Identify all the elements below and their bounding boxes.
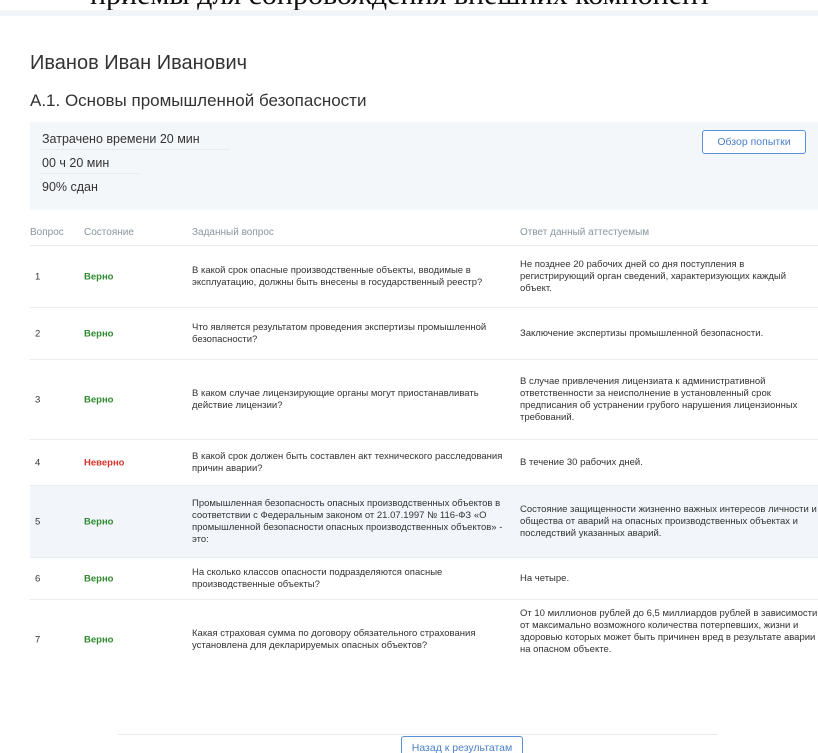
row-number: 7	[35, 634, 41, 645]
row-number: 3	[35, 394, 41, 405]
row-number: 4	[35, 457, 41, 468]
duration: 00 ч 20 мин	[39, 156, 140, 174]
table-row: 3 Верно В каком случае лицензирующие орг…	[30, 359, 818, 439]
row-state: Верно	[84, 271, 114, 282]
footer-divider	[118, 734, 718, 735]
top-divider	[0, 10, 818, 16]
row-state: Верно	[84, 634, 114, 645]
row-answer: Состояние защищенности жизненно важных и…	[520, 503, 817, 539]
header-question: Заданный вопрос	[192, 227, 274, 238]
table-row: 5 Верно Промышленная безопасность опасны…	[30, 485, 818, 557]
row-state: Неверно	[84, 457, 125, 468]
table-header: Вопрос Состояние Заданный вопрос Ответ д…	[30, 223, 818, 241]
row-state: Верно	[84, 516, 114, 527]
header-answer: Ответ данный аттестуемым	[520, 227, 650, 238]
header-state: Состояние	[84, 227, 134, 238]
row-answer: В течение 30 рабочих дней.	[520, 456, 643, 468]
row-answer: Не позднее 20 рабочих дней со дня поступ…	[520, 258, 787, 294]
row-answer: В случае привлечения лицензиата к админи…	[520, 375, 798, 423]
row-state: Верно	[84, 328, 114, 339]
row-answer: Заключение экспертизы промышленной безоп…	[520, 327, 764, 339]
row-question: На сколько классов опасности подразделяю…	[192, 566, 443, 590]
table-row: 6 Верно На сколько классов опасности под…	[30, 557, 818, 599]
row-answer: На четыре.	[520, 572, 570, 584]
table-row: 4 Неверно В какой срок должен быть соста…	[30, 439, 818, 485]
attempt-summary: Затрачено времени 20 мин 00 ч 20 мин 90%…	[30, 122, 818, 210]
back-to-results-button[interactable]: Назад к результатам	[401, 736, 523, 753]
row-question: Что является результатом проведения эксп…	[192, 321, 487, 345]
scroll-fade	[30, 668, 818, 680]
row-number: 1	[35, 271, 41, 282]
person-name: Иванов Иван Иванович	[30, 52, 248, 74]
header-question-number: Вопрос	[30, 227, 64, 238]
review-attempt-button[interactable]: Обзор попытки	[702, 130, 806, 154]
row-number: 5	[35, 516, 41, 527]
table-row: 1 Верно В какой срок опасные производств…	[30, 245, 818, 307]
row-number: 6	[35, 573, 41, 584]
table-row: 7 Верно Какая страховая сумма по договор…	[30, 599, 818, 679]
time-spent: Затрачено времени 20 мин	[40, 132, 230, 150]
row-question: Промышленная безопасность опасных произв…	[192, 497, 503, 545]
row-state: Верно	[84, 394, 114, 405]
row-answer: От 10 миллионов рублей до 6,5 миллиардов…	[520, 608, 818, 655]
row-question: В какой срок опасные производственные об…	[192, 264, 483, 288]
row-question: Какая страховая сумма по договору обязат…	[192, 627, 476, 651]
row-number: 2	[35, 328, 41, 339]
table-row: 2 Верно Что является результатом проведе…	[30, 307, 818, 359]
test-title: А.1. Основы промышленной безопасности	[30, 91, 367, 110]
result-status: 90% сдан	[42, 180, 98, 194]
row-state: Верно	[84, 573, 114, 584]
row-question: В каком случае лицензирующие органы могу…	[192, 387, 479, 411]
row-question: В какой срок должен быть составлен акт т…	[192, 450, 503, 474]
